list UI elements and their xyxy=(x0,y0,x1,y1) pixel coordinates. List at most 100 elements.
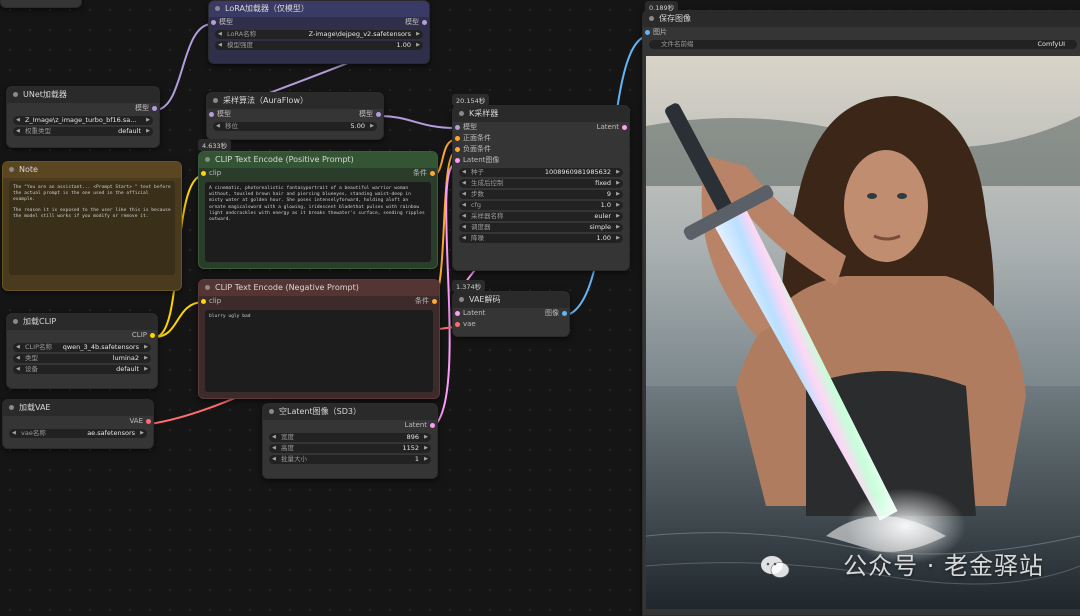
batch-size-widget[interactable]: 批量大小 1 xyxy=(269,455,431,464)
model-output-dot[interactable] xyxy=(376,112,381,117)
widget-value: euler xyxy=(594,212,611,220)
model-input-dot[interactable] xyxy=(209,112,214,117)
weight-dtype-widget[interactable]: 权重类型 default xyxy=(13,127,153,136)
device-widget[interactable]: 设备 default xyxy=(13,365,151,374)
widget-label: 批量大小 xyxy=(281,455,307,463)
slot-row: clip 条件 xyxy=(199,168,437,179)
node-title[interactable]: CLIP Text Encode (Negative Prompt) xyxy=(199,280,439,296)
lora-name-widget[interactable]: LoRA名称 Z-image\dejpeg_v2.safetensors xyxy=(215,30,423,39)
save-time-badge: 0.189秒 xyxy=(645,1,679,13)
clip-text-encode-negative-node[interactable]: CLIP Text Encode (Negative Prompt) clip … xyxy=(198,279,440,399)
model-output-dot[interactable] xyxy=(422,20,427,25)
model-output-label: 模型 xyxy=(359,110,373,118)
latent-output-dot[interactable] xyxy=(622,125,627,130)
cfg-widget[interactable]: cfg 1.0 xyxy=(459,201,623,210)
clip-text-encode-positive-node[interactable]: CLIP Text Encode (Positive Prompt) clip … xyxy=(198,151,438,269)
clip-input-dot[interactable] xyxy=(201,299,206,304)
node-title[interactable]: 保存图像 xyxy=(643,11,1080,27)
denoise-widget[interactable]: 降噪 1.00 xyxy=(459,234,623,243)
negative-input-dot[interactable] xyxy=(455,147,460,152)
latent-input-dot[interactable] xyxy=(455,311,460,316)
model-input-label: 模型 xyxy=(219,18,233,26)
clip-output-dot[interactable] xyxy=(150,333,155,338)
clip-name-widget[interactable]: CLIP名称 qwen_3_4b.safetensors xyxy=(13,343,151,352)
input-label: 模型 xyxy=(463,123,477,131)
conditioning-output-label: 条件 xyxy=(415,297,429,305)
clip-type-widget[interactable]: 类型 lumina2 xyxy=(13,354,151,363)
node-title[interactable]: 空Latent图像（SD3） xyxy=(263,404,437,420)
widget-label: 降噪 xyxy=(471,234,484,242)
height-widget[interactable]: 高度 1152 xyxy=(269,444,431,453)
widget-label: 种子 xyxy=(471,168,484,176)
widget-label: 高度 xyxy=(281,444,294,452)
vae-decode-node[interactable]: VAE解码 Latent 图像 vae xyxy=(452,291,570,337)
model-strength-widget[interactable]: 模型强度 1.00 xyxy=(215,41,423,50)
control-after-generate-widget[interactable]: 生成后控制 fixed xyxy=(459,179,623,188)
note-text[interactable]: The "You are an assistant... <Prompt Sta… xyxy=(9,181,175,275)
wire-sampling-to-ksampler xyxy=(379,115,456,129)
width-widget[interactable]: 宽度 896 xyxy=(269,433,431,442)
model-input-dot[interactable] xyxy=(211,20,216,25)
widget-label: 权重类型 xyxy=(25,127,51,135)
positive-input-dot[interactable] xyxy=(455,136,460,141)
clip-input-dot[interactable] xyxy=(201,171,206,176)
unet-loader-node[interactable]: UNet加载器 模型 Z_Image\z_image_turbo_bf16.sa… xyxy=(6,86,160,148)
node-title[interactable]: 加载VAE xyxy=(3,400,153,416)
widget-value: 896 xyxy=(406,433,419,441)
seed-widget[interactable]: 种子 1008960981985632 xyxy=(459,168,623,177)
wire-unet-to-lora xyxy=(154,23,213,111)
slot-row: 模型 模型 xyxy=(207,109,383,120)
widget-value: fixed xyxy=(595,179,611,187)
input-label: Latent xyxy=(463,309,486,317)
vae-input-dot[interactable] xyxy=(455,322,460,327)
vae-loader-node[interactable]: 加载VAE VAE vae名称 ae.safetensors xyxy=(2,399,154,449)
vae-output-label: VAE xyxy=(129,417,143,425)
note-node[interactable]: Note The "You are an assistant... <Promp… xyxy=(2,161,182,291)
note-paragraph-1: The "You are an assistant... <Prompt Sta… xyxy=(13,185,171,203)
model-input-dot[interactable] xyxy=(455,125,460,130)
latent-output-label: Latent xyxy=(596,123,619,131)
widget-value: ae.safetensors xyxy=(87,429,135,437)
image-output-dot[interactable] xyxy=(562,311,567,316)
widget-value: lumina2 xyxy=(112,354,139,362)
widget-value: 1 xyxy=(414,455,419,463)
wechat-icon xyxy=(761,556,790,578)
shift-widget[interactable]: 移位 5.00 xyxy=(213,122,377,131)
slot-row: 模型 xyxy=(7,103,159,114)
latent-input-dot[interactable] xyxy=(455,158,460,163)
model-input-label: 模型 xyxy=(217,110,231,118)
negative-prompt-textarea[interactable]: blurry ugly bad xyxy=(205,310,433,392)
slot-row: vae xyxy=(453,319,569,330)
node-title[interactable]: K采样器 xyxy=(453,106,629,122)
filename-prefix-widget[interactable]: 文件名前缀 ComfyUI xyxy=(649,40,1077,49)
widget-value: 1152 xyxy=(402,444,419,452)
conditioning-output-dot[interactable] xyxy=(432,299,437,304)
steps-widget[interactable]: 步数 9 xyxy=(459,190,623,199)
vae-name-widget[interactable]: vae名称 ae.safetensors xyxy=(9,429,147,438)
node-title[interactable]: LoRA加载器（仅模型） xyxy=(209,1,429,17)
empty-latent-sd3-node[interactable]: 空Latent图像（SD3） Latent 宽度 896 高度 1152 批量大小 1 xyxy=(262,403,438,479)
node-title[interactable]: UNet加载器 xyxy=(7,87,159,103)
lora-loader-node[interactable]: LoRA加载器（仅模型） 模型 模型 LoRA名称 Z-image\dejpeg_… xyxy=(208,0,430,64)
ksampler-node[interactable]: K采样器 模型 Latent 正面条件 负面条件 Latent图像 种子 1008… xyxy=(452,105,630,271)
clip-loader-node[interactable]: 加载CLIP CLIP CLIP名称qwen_3_4b.safetensors … xyxy=(6,313,158,389)
conditioning-output-dot[interactable] xyxy=(430,171,435,176)
node-title[interactable]: 加载CLIP xyxy=(7,314,157,330)
image-input-dot[interactable] xyxy=(645,30,650,35)
node-title[interactable]: Note xyxy=(3,162,181,178)
partial-node-top[interactable] xyxy=(0,0,82,8)
widget-value: 1.0 xyxy=(600,201,611,209)
slot-row: Latent图像 xyxy=(453,155,629,166)
unet-name-widget[interactable]: Z_Image\z_image_turbo_bf16.sa... xyxy=(13,116,153,125)
model-output-dot[interactable] xyxy=(152,106,157,111)
slot-row: CLIP xyxy=(7,330,157,341)
node-title[interactable]: 采样算法（AuraFlow） xyxy=(207,93,383,109)
sampling-auraflow-node[interactable]: 采样算法（AuraFlow） 模型 模型 移位 5.00 xyxy=(206,92,384,140)
scheduler-widget[interactable]: 调度器 simple xyxy=(459,223,623,232)
latent-output-dot[interactable] xyxy=(430,423,435,428)
node-title[interactable]: CLIP Text Encode (Positive Prompt) xyxy=(199,152,437,168)
positive-prompt-textarea[interactable]: A cinematic, photorealistic fantasyportr… xyxy=(205,182,431,262)
sampler-name-widget[interactable]: 采样器名称 euler xyxy=(459,212,623,221)
vae-output-dot[interactable] xyxy=(146,419,151,424)
node-title[interactable]: VAE解码 xyxy=(453,292,569,308)
